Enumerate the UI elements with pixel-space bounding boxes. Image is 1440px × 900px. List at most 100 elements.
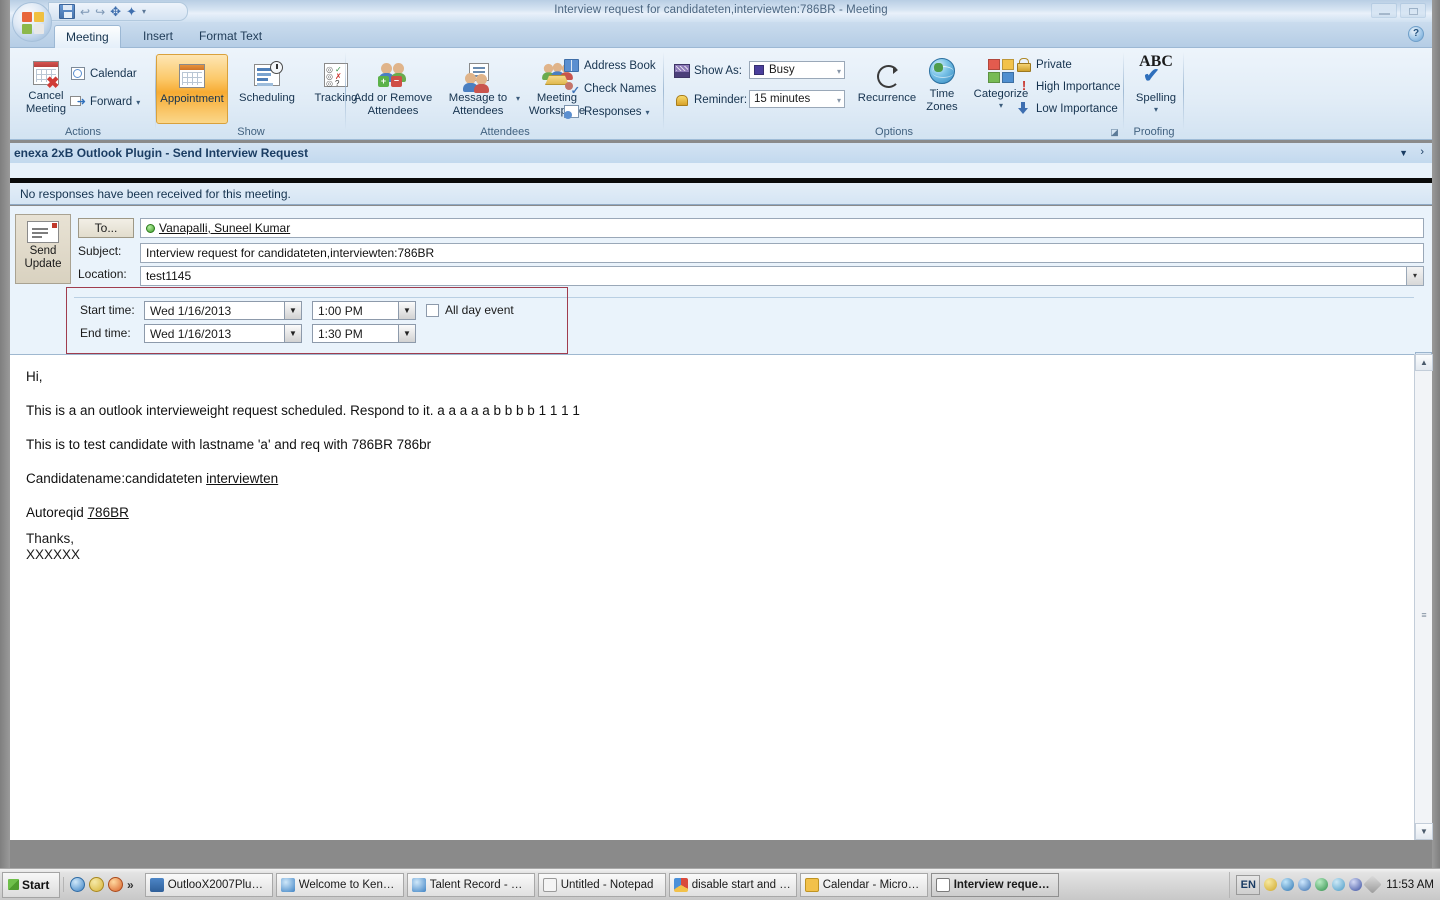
show-as-label: Show As: bbox=[694, 65, 742, 77]
subject-value: Interview request for candidateten,inter… bbox=[146, 246, 434, 260]
show-as-select[interactable]: Busy ▾ bbox=[749, 61, 845, 79]
start-clock-caret-icon[interactable]: ▼ bbox=[398, 302, 415, 319]
add-or-remove-attendees-button[interactable]: +– Add or Remove Attendees bbox=[350, 58, 436, 117]
tray-outlook-icon[interactable] bbox=[1281, 878, 1294, 891]
message-body[interactable]: Hi, This is a an outlook intervieweight … bbox=[10, 354, 1414, 840]
plugin-expand-icon[interactable]: › bbox=[1420, 146, 1424, 158]
meeting-icon bbox=[936, 878, 950, 892]
tab-insert[interactable]: Insert bbox=[132, 25, 184, 48]
end-clock-field[interactable]: 1:30 PM ▼ bbox=[312, 324, 416, 343]
start-button[interactable]: Start bbox=[2, 872, 60, 898]
recurrence-button[interactable]: Recurrence bbox=[854, 58, 920, 105]
undo-icon[interactable]: ↩ bbox=[80, 5, 90, 19]
high-importance-button[interactable]: ! High Importance bbox=[1016, 79, 1120, 95]
tray-app-icon[interactable] bbox=[1349, 878, 1362, 891]
location-field[interactable]: test1145 ▾ bbox=[140, 266, 1424, 286]
lock-icon bbox=[1016, 57, 1032, 73]
taskbar-item-outlook[interactable]: OutlooX2007Plus - Mic... bbox=[145, 873, 273, 897]
tray-shield-icon[interactable] bbox=[1264, 878, 1277, 891]
help-icon[interactable]: ? bbox=[1408, 26, 1424, 42]
scroll-up-icon[interactable]: ▲ bbox=[1415, 354, 1433, 371]
ie-icon bbox=[281, 878, 295, 892]
shield-icon[interactable] bbox=[89, 877, 104, 892]
body-paragraph-2: This is to test candidate with lastname … bbox=[26, 437, 1414, 453]
all-day-event-checkbox[interactable] bbox=[426, 304, 439, 317]
scroll-thumb[interactable]: ≡ bbox=[1417, 610, 1431, 624]
ribbon-group-label-options: Options bbox=[664, 126, 1124, 138]
chrome-icon bbox=[674, 878, 688, 892]
body-vertical-scrollbar[interactable]: ▲ ≡ ▼ bbox=[1414, 354, 1432, 840]
to-field[interactable]: Vanapalli, Suneel Kumar bbox=[140, 218, 1424, 238]
spelling-button[interactable]: ABC✔ Spelling ▾ bbox=[1130, 54, 1182, 114]
taskbar-item-calendar[interactable]: Calendar - Microsoft O... bbox=[800, 873, 928, 897]
forward-button[interactable]: ➜ Forward ▾ bbox=[70, 94, 140, 110]
taskbar-item-kenexa[interactable]: Welcome to Kenexa 2... bbox=[276, 873, 404, 897]
add-remove-attendees-label-line2: Attendees bbox=[350, 105, 436, 118]
to-button[interactable]: To... bbox=[78, 218, 134, 238]
start-clock-field[interactable]: 1:00 PM ▼ bbox=[312, 301, 416, 320]
start-date-caret-icon[interactable]: ▼ bbox=[284, 302, 301, 319]
redo-icon[interactable]: ↪ bbox=[95, 5, 105, 19]
reminder-caret-icon[interactable]: ▾ bbox=[837, 96, 841, 105]
candidate-link[interactable]: interviewten bbox=[206, 471, 278, 486]
internet-explorer-icon[interactable] bbox=[70, 877, 85, 892]
minimize-button[interactable] bbox=[1371, 3, 1397, 18]
cancel-meeting-button[interactable]: ✖ Cancel Meeting bbox=[14, 56, 78, 115]
recurrence-label: Recurrence bbox=[854, 92, 920, 105]
send-update-button[interactable]: Send Update bbox=[15, 214, 71, 284]
show-as-caret-icon[interactable]: ▾ bbox=[837, 67, 841, 76]
low-importance-label: Low Importance bbox=[1036, 103, 1118, 115]
all-day-event-row[interactable]: All day event bbox=[426, 303, 514, 317]
options-dialog-launcher-icon[interactable]: ◪ bbox=[1109, 127, 1120, 138]
responses-caret-icon[interactable]: ▾ bbox=[646, 108, 650, 117]
spelling-caret-icon[interactable]: ▾ bbox=[1130, 105, 1182, 114]
end-date-field[interactable]: Wed 1/16/2013 ▼ bbox=[144, 324, 302, 343]
firefox-icon[interactable] bbox=[108, 877, 123, 892]
time-zones-button[interactable]: Time Zones bbox=[916, 54, 968, 113]
scheduling-button[interactable]: Scheduling bbox=[230, 58, 304, 105]
private-button[interactable]: Private bbox=[1016, 57, 1072, 73]
check-names-button[interactable]: Check Names bbox=[564, 81, 656, 97]
customize-qat-icon[interactable]: ▾ bbox=[142, 7, 146, 16]
next-item-icon[interactable]: ✦ bbox=[126, 5, 137, 19]
message-to-attendees-button[interactable]: Message to Attendees ▾ bbox=[438, 58, 518, 117]
office-button[interactable] bbox=[12, 2, 52, 42]
taskbar-item-disable-start-end[interactable]: disable start and end t... bbox=[669, 873, 797, 897]
save-icon[interactable] bbox=[59, 4, 75, 19]
taskbar-item-notepad[interactable]: Untitled - Notepad bbox=[538, 873, 666, 897]
start-date-field[interactable]: Wed 1/16/2013 ▼ bbox=[144, 301, 302, 320]
appointment-button[interactable]: Appointment bbox=[156, 54, 228, 124]
responses-button[interactable]: Responses ▾ bbox=[564, 104, 650, 120]
tray-sync-icon[interactable] bbox=[1315, 878, 1328, 891]
taskbar-item-talent-record[interactable]: Talent Record - Micros... bbox=[407, 873, 535, 897]
low-importance-button[interactable]: Low Importance bbox=[1016, 101, 1118, 117]
previous-item-icon[interactable]: ✥ bbox=[110, 5, 121, 19]
tray-volume-icon[interactable] bbox=[1332, 878, 1345, 891]
calendar-icon bbox=[70, 66, 86, 82]
end-date-caret-icon[interactable]: ▼ bbox=[284, 325, 301, 342]
scheduling-label: Scheduling bbox=[230, 92, 304, 105]
tab-format-text[interactable]: Format Text bbox=[188, 25, 273, 48]
forward-caret-icon[interactable]: ▾ bbox=[136, 98, 140, 107]
calendar-button[interactable]: Calendar bbox=[70, 66, 137, 82]
quick-launch-more-icon[interactable]: » bbox=[127, 878, 134, 892]
address-book-button[interactable]: Address Book bbox=[564, 58, 656, 74]
restore-button[interactable] bbox=[1400, 3, 1426, 18]
system-clock[interactable]: 11:53 AM bbox=[1383, 879, 1434, 891]
tray-network-icon[interactable] bbox=[1298, 878, 1311, 891]
body-paragraph-1: This is a an outlook intervieweight requ… bbox=[26, 403, 1414, 419]
reminder-select[interactable]: 15 minutes ▾ bbox=[749, 90, 845, 108]
language-indicator[interactable]: EN bbox=[1236, 875, 1260, 895]
end-clock-caret-icon[interactable]: ▼ bbox=[398, 325, 415, 342]
scroll-down-icon[interactable]: ▼ bbox=[1415, 823, 1433, 840]
subject-field[interactable]: Interview request for candidateten,inter… bbox=[140, 243, 1424, 263]
message-to-attendees-caret-icon[interactable]: ▾ bbox=[516, 94, 520, 103]
autoreqid-link[interactable]: 786BR bbox=[88, 505, 129, 520]
plugin-collapse-icon[interactable]: ▼ bbox=[1399, 148, 1408, 158]
location-caret-icon[interactable]: ▾ bbox=[1406, 267, 1423, 285]
tray-diamond-icon[interactable] bbox=[1364, 875, 1382, 893]
location-value: test1145 bbox=[146, 269, 191, 283]
taskbar-item-interview-request[interactable]: Interview request f... bbox=[931, 873, 1059, 897]
ribbon-group-attendees: +– Add or Remove Attendees Message to At… bbox=[346, 48, 664, 140]
tab-meeting[interactable]: Meeting bbox=[54, 25, 121, 48]
